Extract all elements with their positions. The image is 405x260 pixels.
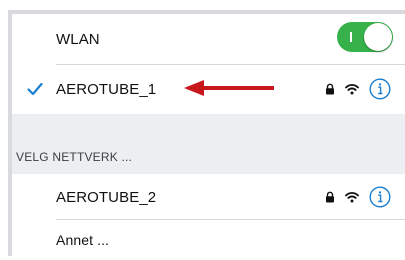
- red-arrow-icon: [184, 80, 274, 96]
- toggle-on-mark: [350, 32, 352, 42]
- network-row[interactable]: AEROTUBE_2: [12, 175, 405, 219]
- wifi-icon: [345, 192, 359, 203]
- wlan-label: WLAN: [56, 30, 100, 48]
- info-icon[interactable]: [369, 186, 391, 208]
- network-status-icons: [325, 65, 391, 113]
- other-network-row[interactable]: Annet ...: [12, 220, 405, 260]
- network-row-connected[interactable]: AEROTUBE_1: [12, 65, 405, 113]
- network-status-icons: [325, 175, 391, 219]
- section-header-label: VELG NETTVERK ...: [16, 150, 133, 164]
- choose-network-section-header: VELG NETTVERK ...: [12, 114, 405, 174]
- wlan-toggle[interactable]: [337, 22, 393, 52]
- network-name: AEROTUBE_1: [56, 80, 157, 98]
- checkmark-icon: [27, 82, 43, 96]
- wlan-row: WLAN: [12, 14, 405, 64]
- info-icon[interactable]: [369, 78, 391, 100]
- other-network-label: Annet ...: [56, 232, 110, 248]
- wifi-settings-panel: WLAN AEROTUBE_1 VELG NETTVERK ... AEROTU…: [8, 10, 405, 256]
- lock-icon: [326, 191, 334, 203]
- network-name: AEROTUBE_2: [56, 188, 157, 206]
- wifi-icon: [345, 84, 359, 95]
- lock-icon: [326, 83, 334, 95]
- toggle-knob[interactable]: [364, 23, 392, 51]
